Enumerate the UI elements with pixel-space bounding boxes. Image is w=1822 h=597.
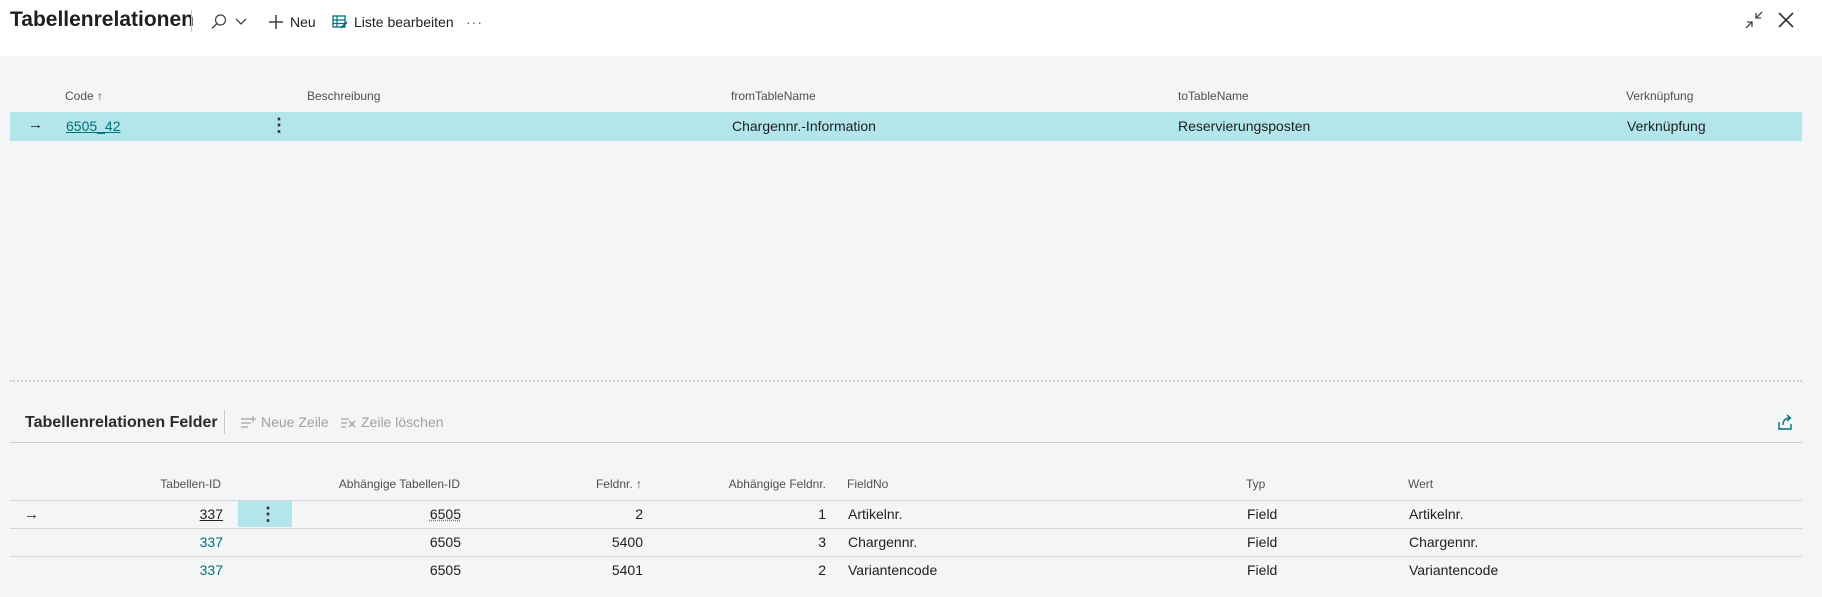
from-table-cell: Chargennr.-Information — [732, 118, 876, 134]
column-header-abh-tabellen-id[interactable]: Abhängige Tabellen-ID — [300, 477, 460, 491]
close-button[interactable] — [1776, 10, 1796, 35]
new-button[interactable]: Neu — [268, 10, 316, 34]
delete-line-icon — [341, 418, 356, 428]
collapse-button[interactable] — [1744, 10, 1764, 35]
new-line-label: Neue Zeile — [261, 414, 329, 430]
collapse-icon — [1745, 11, 1763, 29]
to-table-cell: Reservierungsposten — [1178, 118, 1311, 134]
feldnr-cell: 2 — [635, 506, 643, 522]
share-icon — [1778, 414, 1792, 430]
column-header-wert[interactable]: Wert — [1408, 477, 1433, 491]
typ-cell: Field — [1247, 562, 1278, 578]
edit-list-icon — [332, 15, 348, 29]
column-header-feldnr[interactable]: Feldnr. ↑ — [560, 477, 642, 491]
abh-tabellen-id-cell: 6505 — [429, 562, 461, 578]
more-options-button[interactable]: ··· — [466, 10, 483, 34]
subpage-title: Tabellenrelationen Felder — [25, 414, 218, 431]
edit-list-button[interactable]: Liste bearbeiten — [332, 10, 454, 34]
row-indicator-arrow-icon: → — [24, 506, 39, 523]
search-icon — [211, 14, 227, 29]
header-divider — [191, 10, 192, 32]
column-header-feldnr-label: Feldnr. — [595, 477, 633, 491]
table-row[interactable]: → 6505_42 ⋮ Chargennr.-Information Reser… — [10, 112, 1802, 141]
fieldno-cell: Chargennr. — [848, 534, 918, 550]
feldnr-cell: 5400 — [611, 534, 643, 550]
subpage-divider — [224, 410, 225, 434]
new-button-label: Neu — [290, 14, 316, 30]
plus-icon — [269, 15, 283, 29]
column-header-abh-feldnr[interactable]: Abhängige Feldnr. — [700, 477, 826, 491]
row-actions-cell[interactable]: ⋮ — [238, 501, 292, 527]
column-header-to-table[interactable]: toTableName — [1178, 89, 1249, 103]
edit-list-label: Liste bearbeiten — [354, 14, 454, 30]
column-header-code-label: Code — [65, 89, 94, 103]
tabellen-id-link[interactable]: 337 — [150, 506, 223, 522]
column-header-from-table[interactable]: fromTableName — [731, 89, 816, 103]
column-header-fieldno[interactable]: FieldNo — [847, 477, 888, 491]
column-header-beschreibung[interactable]: Beschreibung — [307, 89, 380, 103]
table-row[interactable]: 337 6505 5401 2 Variantencode Field Vari… — [0, 557, 1822, 584]
sort-ascending-icon: ↑ — [636, 477, 642, 491]
typ-cell: Field — [1247, 506, 1278, 522]
fieldno-cell: Variantencode — [848, 562, 938, 578]
table-row[interactable]: → 337 ⋮ 6505 2 1 Artikelnr. Field Artike… — [0, 501, 1822, 528]
abh-feldnr-cell: 2 — [818, 562, 826, 578]
sort-ascending-icon: ↑ — [97, 89, 104, 103]
delete-line-label: Zeile löschen — [361, 414, 444, 430]
abh-feldnr-cell: 3 — [818, 534, 826, 550]
tabellen-id-link[interactable]: 337 — [150, 534, 223, 550]
search-button[interactable] — [210, 10, 248, 34]
verknuepfung-cell: Verknüpfung — [1627, 118, 1706, 134]
share-button[interactable] — [1776, 414, 1794, 437]
fieldno-cell: Artikelnr. — [848, 506, 903, 522]
table-row[interactable]: 337 6505 5400 3 Chargennr. Field Chargen… — [0, 529, 1822, 556]
abh-tabellen-id-cell[interactable]: 6505 — [380, 506, 461, 522]
row-actions-icon[interactable]: ⋮ — [259, 505, 277, 523]
chevron-down-icon — [235, 18, 247, 25]
page-title: Tabellenrelationen — [10, 8, 194, 31]
tabellen-id-link[interactable]: 337 — [150, 562, 223, 578]
delete-line-button[interactable]: Zeile löschen — [340, 414, 444, 430]
code-link[interactable]: 6505_42 — [66, 118, 121, 134]
close-icon — [1778, 12, 1794, 28]
feldnr-cell: 5401 — [611, 562, 643, 578]
subpage-header-line — [10, 442, 1802, 443]
abh-feldnr-cell: 1 — [818, 506, 826, 522]
page-header: Tabellenrelationen Neu Liste bearbeiten … — [0, 0, 1822, 56]
wert-cell: Artikelnr. — [1409, 506, 1464, 522]
new-line-button[interactable]: Neue Zeile — [240, 414, 329, 430]
row-actions-icon[interactable]: ⋮ — [270, 116, 288, 134]
column-header-code[interactable]: Code ↑ — [65, 89, 103, 103]
section-divider[interactable] — [10, 380, 1802, 382]
column-header-tabellen-id[interactable]: Tabellen-ID — [120, 477, 221, 491]
abh-tabellen-id-cell: 6505 — [429, 534, 461, 550]
row-indicator-arrow-icon: → — [28, 116, 43, 133]
typ-cell: Field — [1247, 534, 1278, 550]
column-header-typ[interactable]: Typ — [1246, 477, 1265, 491]
new-line-icon — [241, 416, 256, 428]
wert-cell: Variantencode — [1409, 562, 1499, 578]
column-header-verknuepfung[interactable]: Verknüpfung — [1626, 89, 1693, 103]
wert-cell: Chargennr. — [1409, 534, 1479, 550]
